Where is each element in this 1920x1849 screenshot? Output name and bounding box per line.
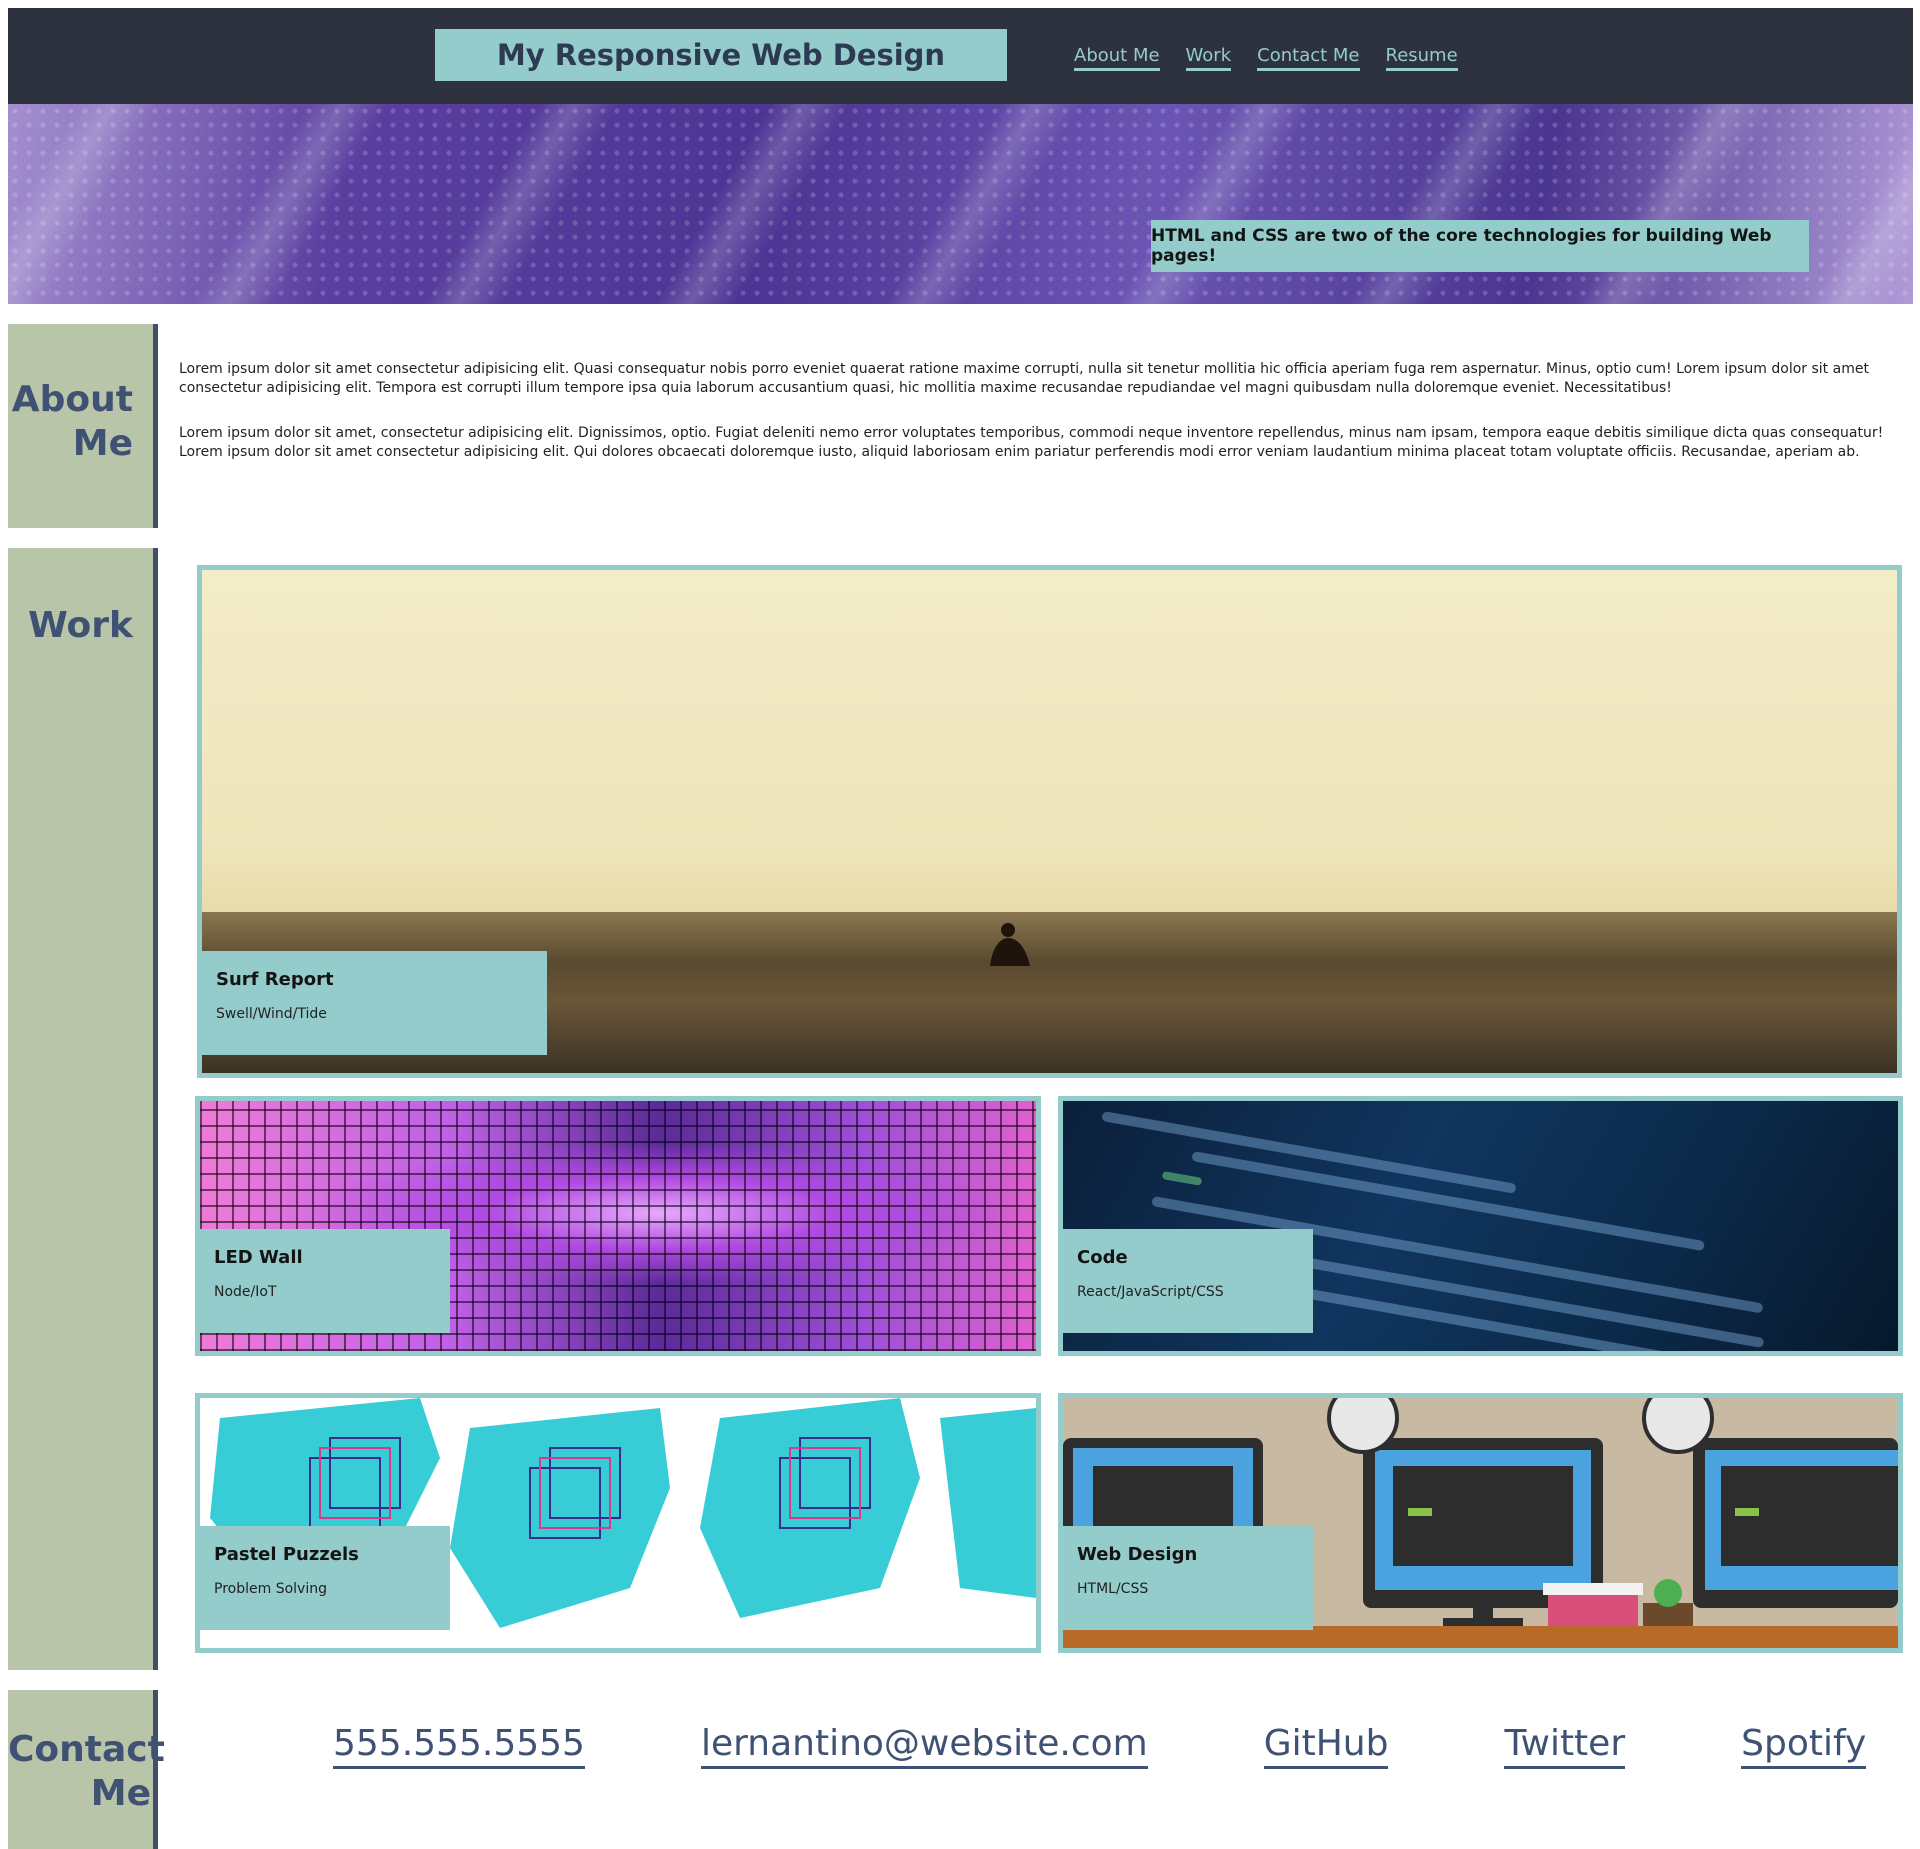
project-card-surf-report[interactable]: Surf Report Swell/Wind/Tide — [197, 565, 1902, 1078]
work-section-label: Work — [8, 548, 158, 1670]
contact-links: 555.555.5555 lernantino@website.com GitH… — [333, 1722, 1867, 1769]
project-subtitle: Node/IoT — [214, 1284, 277, 1300]
project-subtitle: Swell/Wind/Tide — [216, 1006, 327, 1022]
nav-link-contact-me[interactable]: Contact Me — [1257, 46, 1360, 71]
about-paragraph: Lorem ipsum dolor sit amet consectetur a… — [179, 361, 1869, 396]
project-card-pastel-puzzels[interactable]: Pastel Puzzels Problem Solving — [195, 1393, 1041, 1653]
main-nav: About Me Work Contact Me Resume — [1074, 46, 1484, 71]
about-heading: About Me — [8, 378, 153, 466]
contact-link-phone[interactable]: 555.555.5555 — [333, 1722, 585, 1769]
nav-link-work[interactable]: Work — [1185, 46, 1232, 71]
contact-heading: Contact Me — [8, 1728, 165, 1816]
project-subtitle: HTML/CSS — [1077, 1581, 1149, 1597]
project-label: LED Wall Node/IoT — [200, 1229, 450, 1333]
contact-link-email[interactable]: lernantino@website.com — [700, 1722, 1148, 1769]
project-title: Surf Report — [216, 969, 334, 990]
contact-link-github[interactable]: GitHub — [1263, 1722, 1389, 1769]
nav-link-about-me[interactable]: About Me — [1074, 46, 1160, 71]
contact-heading-line1: Contact — [8, 1729, 165, 1770]
about-heading-line2: Me — [72, 423, 133, 464]
project-label: Web Design HTML/CSS — [1063, 1526, 1313, 1630]
project-card-web-design[interactable]: Web Design HTML/CSS — [1058, 1393, 1903, 1653]
project-subtitle: Problem Solving — [214, 1581, 327, 1597]
work-heading: Work — [28, 605, 133, 646]
contact-link-twitter[interactable]: Twitter — [1504, 1722, 1626, 1769]
hero-banner: HTML and CSS are two of the core technol… — [8, 104, 1913, 304]
hero-caption: HTML and CSS are two of the core technol… — [1151, 220, 1809, 272]
project-card-code[interactable]: Code React/JavaScript/CSS — [1058, 1096, 1903, 1356]
contact-section-label: Contact Me — [8, 1690, 165, 1849]
project-title: Web Design — [1077, 1544, 1198, 1565]
project-subtitle: React/JavaScript/CSS — [1077, 1284, 1224, 1300]
about-heading-line1: About — [11, 379, 133, 420]
project-title: LED Wall — [214, 1247, 303, 1268]
project-label: Pastel Puzzels Problem Solving — [200, 1526, 450, 1630]
site-title: My Responsive Web Design — [435, 29, 1007, 81]
contact-heading-line2: Me — [90, 1773, 151, 1814]
project-title: Code — [1077, 1247, 1128, 1268]
site-header: My Responsive Web Design About Me Work C… — [8, 8, 1913, 104]
contact-link-spotify[interactable]: Spotify — [1741, 1722, 1867, 1769]
nav-link-resume[interactable]: Resume — [1385, 46, 1458, 71]
surfer-silhouette — [990, 923, 1030, 966]
project-label: Surf Report Swell/Wind/Tide — [202, 951, 547, 1055]
about-paragraph: Lorem ipsum dolor sit amet, consectetur … — [179, 425, 1884, 460]
about-content: Lorem ipsum dolor sit amet consectetur a… — [179, 360, 1891, 488]
project-card-led-wall[interactable]: LED Wall Node/IoT — [195, 1096, 1041, 1356]
project-label: Code React/JavaScript/CSS — [1063, 1229, 1313, 1333]
about-section-label: About Me — [8, 324, 158, 528]
project-title: Pastel Puzzels — [214, 1544, 359, 1565]
